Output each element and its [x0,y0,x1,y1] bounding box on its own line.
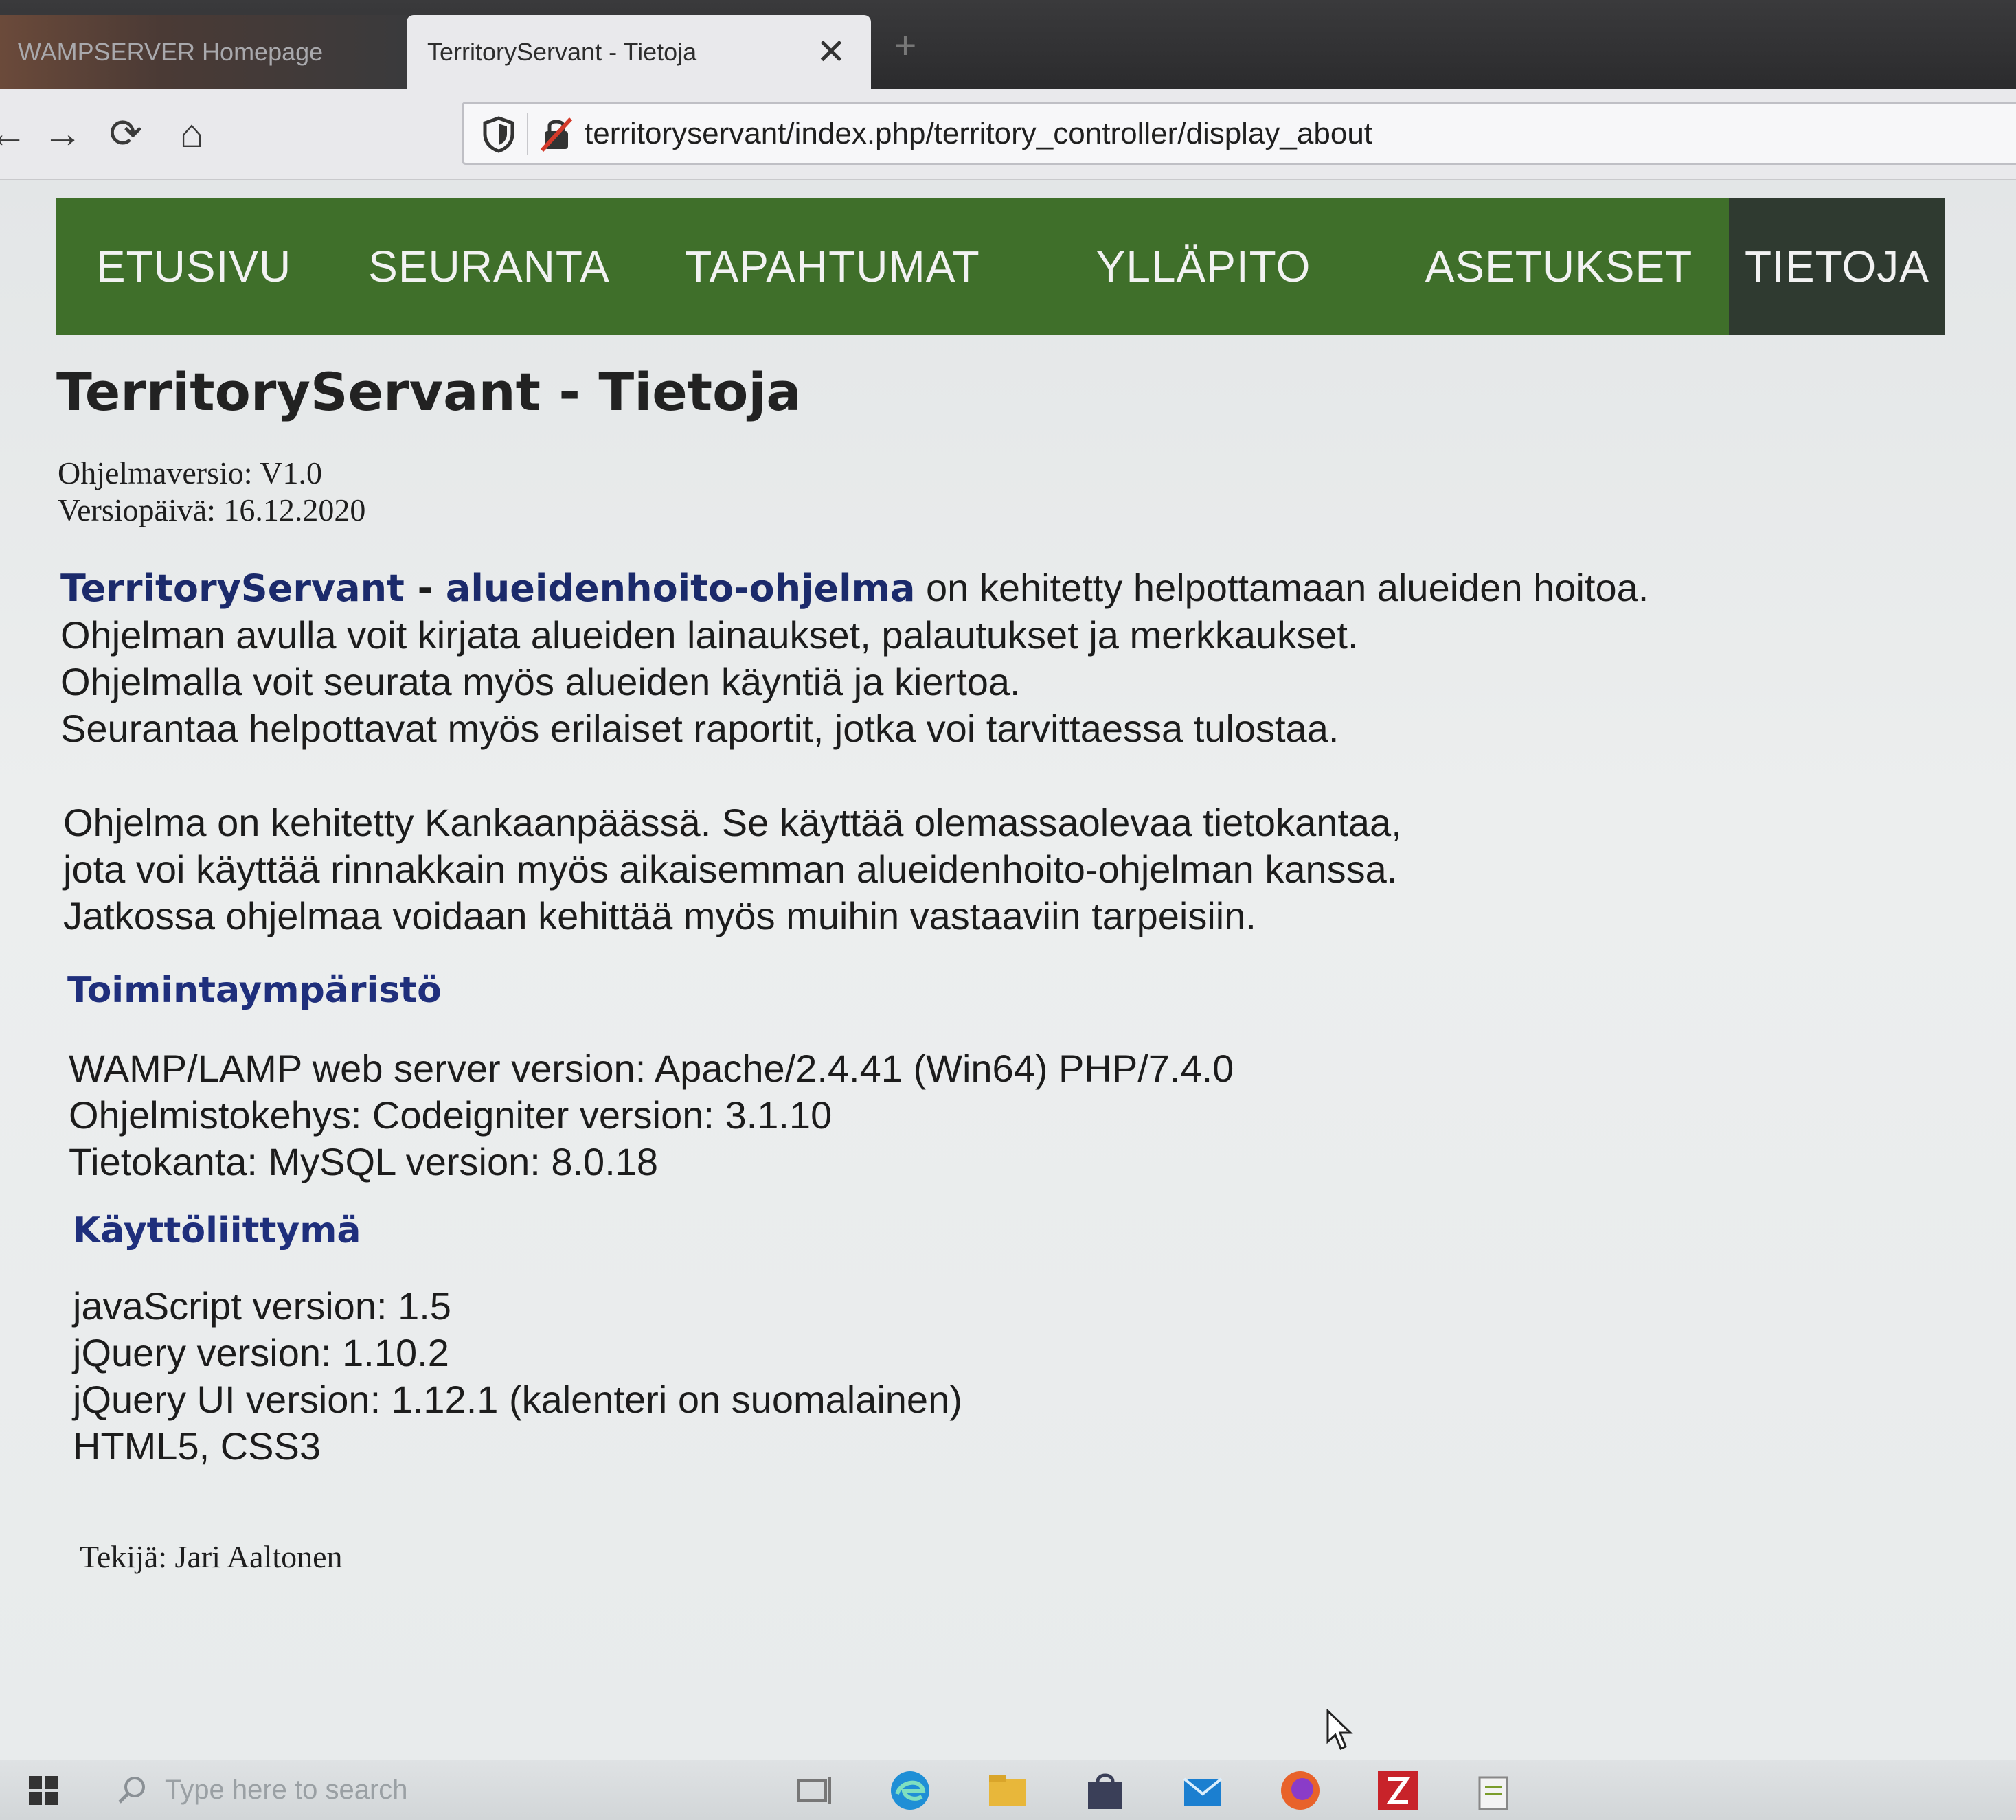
menu-item-tapahtumat[interactable]: TAPAHTUMAT [647,198,1018,335]
forward-icon[interactable]: → [38,110,87,158]
browser-toolbar: ← → ⟳ ⌂ territoryservant/index.php/terri… [0,89,2016,180]
intro-line-3: Ohjelmalla voit seurata myös alueiden kä… [60,660,1021,703]
intro-line-4: Seurantaa helpottavat myös erilaiset rap… [60,707,1339,750]
intro-line-2: Ohjelman avulla voit kirjata alueiden la… [60,613,1359,657]
filezilla-icon[interactable] [1375,1768,1420,1813]
ui-line-jquery-ui: jQuery UI version: 1.12.1 (kalenteri on … [73,1378,962,1421]
shield-icon[interactable] [482,116,516,153]
start-icon[interactable] [27,1775,59,1806]
tab-wampserver-homepage[interactable]: WAMPSERVER Homepage [0,15,407,89]
insecure-connection-icon[interactable] [539,115,574,153]
address-bar[interactable]: territoryservant/index.php/territory_con… [462,102,2016,165]
brand-separator: - [404,567,446,610]
search-icon[interactable] [115,1773,148,1806]
mouse-cursor-icon [1326,1709,1353,1750]
intro-line-1: on kehitetty helpottamaan alueiden hoito… [915,566,1649,609]
environment-line-database: Tietokanta: MySQL version: 8.0.18 [69,1140,659,1183]
menu-item-seuranta[interactable]: SEURANTA [331,198,647,335]
development-paragraph: Ohjelma on kehitetty Kankaanpäässä. Se k… [63,799,1402,940]
page-title: TerritoryServant - Tietoja [56,361,802,422]
menu-item-etusivu[interactable]: ETUSIVU [56,198,331,335]
browser-tab-strip: WAMPSERVER Homepage TerritoryServant - T… [0,0,2016,89]
environment-line-server: WAMP/LAMP web server version: Apache/2.4… [69,1047,1234,1090]
menu-item-yllapito[interactable]: YLLÄPITO [1018,198,1389,335]
brand-name: TerritoryServant [60,567,405,610]
para2-line-2: jota voi käyttää rinnakkain myös aikaise… [63,848,1398,891]
menu-item-asetukset[interactable]: ASETUKSET [1389,198,1729,335]
url-separator [527,113,528,155]
environment-heading: Toimintaympäristö [67,970,442,1011]
user-interface-list: javaScript version: 1.5 jQuery version: … [73,1283,962,1470]
url-text[interactable]: territoryservant/index.php/territory_con… [585,115,1372,153]
back-icon[interactable]: ← [0,110,32,158]
edge-icon[interactable] [887,1768,933,1813]
close-tab-icon[interactable]: ✕ [812,33,850,71]
menu-item-tietoja[interactable]: TIETOJA [1729,198,1945,335]
date-line: Versiopäivä: 16.12.2020 [58,492,366,527]
para2-line-3: Jatkossa ohjelmaa voidaan kehittää myös … [63,894,1256,937]
reload-icon[interactable]: ⟳ [102,110,150,158]
brand-subtitle: alueidenhoito-ohjelma [445,567,916,610]
version-line: Ohjelmaversio: V1.0 [58,455,322,490]
intro-paragraph: TerritoryServant - alueidenhoito-ohjelma… [60,565,1649,752]
para2-line-1: Ohjelma on kehitetty Kankaanpäässä. Se k… [63,801,1402,844]
tab-territoryservant-tietoja[interactable]: TerritoryServant - Tietoja ✕ [407,15,871,89]
main-menu: ETUSIVU SEURANTA TAPAHTUMAT YLLÄPITO ASE… [56,198,1945,335]
user-interface-heading: Käyttöliittymä [73,1210,361,1251]
store-icon[interactable] [1083,1768,1128,1813]
version-info: Ohjelmaversio: V1.0 Versiopäivä: 16.12.2… [58,455,365,529]
author-line: Tekijä: Jari Aaltonen [80,1539,343,1574]
notepad-icon[interactable] [1473,1768,1518,1813]
mail-icon[interactable] [1180,1768,1225,1813]
new-tab-icon[interactable]: + [886,26,925,65]
home-icon[interactable]: ⌂ [168,110,216,158]
page-content: ETUSIVU SEURANTA TAPAHTUMAT YLLÄPITO ASE… [0,180,2016,1760]
windows-taskbar: Type here to search [0,1760,2016,1820]
tab-label: WAMPSERVER Homepage [18,38,324,66]
tab-label: TerritoryServant - Tietoja [427,38,697,66]
task-view-icon[interactable] [791,1768,837,1813]
ui-line-javascript: javaScript version: 1.5 [73,1284,451,1328]
ui-line-html-css: HTML5, CSS3 [73,1424,321,1468]
environment-list: WAMP/LAMP web server version: Apache/2.4… [69,1045,1234,1185]
environment-line-framework: Ohjelmistokehys: Codeigniter version: 3.… [69,1093,833,1137]
file-explorer-icon[interactable] [985,1768,1030,1813]
firefox-icon[interactable] [1278,1768,1323,1813]
taskbar-search-input[interactable]: Type here to search [165,1775,408,1806]
ui-line-jquery: jQuery version: 1.10.2 [73,1331,449,1374]
